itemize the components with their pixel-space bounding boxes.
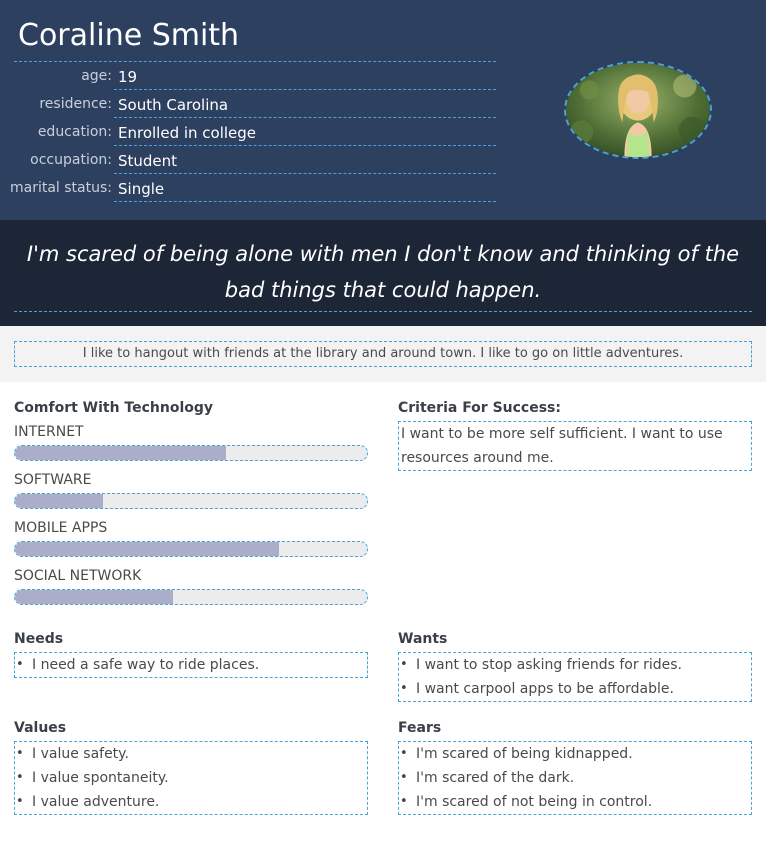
values-item: I value adventure. [15, 790, 367, 814]
info-value-age: 19 [114, 62, 496, 90]
tech-bar-fill-software [15, 494, 103, 508]
wants-list: I want to stop asking friends for rides.… [399, 653, 751, 701]
info-key-education: education: [37, 124, 112, 140]
info-key-marital-status: marital status: [9, 180, 112, 196]
bio-band: I like to hangout with friends at the li… [0, 326, 766, 382]
tech-bar-fill-social-network [15, 590, 174, 604]
tech-bar-mobile-apps [14, 541, 368, 557]
success-text: I want to be more self sufficient. I wan… [401, 426, 723, 466]
needs-title: Needs [14, 631, 64, 647]
tech-label-social-network: SOCIAL NETWORK [14, 568, 142, 584]
technology-title: Comfort With Technology [14, 400, 214, 416]
info-row-occupation: occupation: Student [0, 146, 496, 174]
fears-title: Fears [398, 720, 442, 736]
values-item: I value spontaneity. [15, 766, 367, 790]
avatar-photo [566, 63, 710, 157]
info-row-marital-status: marital status: Single [0, 174, 496, 202]
needs-item: I need a safe way to ride places. [15, 653, 367, 677]
info-row-age: age: 19 [0, 62, 496, 90]
wants-box: I want to stop asking friends for rides.… [398, 652, 752, 702]
tech-label-internet: INTERNET [14, 424, 84, 440]
persona-quote: I'm scared of being alone with men I don… [14, 236, 752, 312]
tech-bar-software [14, 493, 368, 509]
tech-bar-social-network [14, 589, 368, 605]
tech-label-software: SOFTWARE [14, 472, 92, 488]
info-key-age: age: [81, 68, 112, 84]
info-value-residence: South Carolina [114, 90, 496, 118]
persona-header: Coraline Smith age: 19 residence: South … [0, 0, 766, 220]
info-key-residence: residence: [39, 96, 112, 112]
persona-bio: I like to hangout with friends at the li… [14, 341, 752, 367]
info-key-occupation: occupation: [30, 152, 112, 168]
tech-label-mobile-apps: MOBILE APPS [14, 520, 108, 536]
success-title: Criteria For Success: [398, 400, 561, 416]
tech-bar-fill-mobile-apps [15, 542, 279, 556]
info-value-occupation: Student [114, 146, 496, 174]
persona-name: Coraline Smith [18, 18, 240, 53]
info-value-marital-status: Single [114, 174, 496, 202]
wants-item: I want carpool apps to be affordable. [399, 677, 751, 701]
values-item: I value safety. [15, 742, 367, 766]
fears-list: I'm scared of being kidnapped. I'm scare… [399, 742, 751, 814]
fears-item: I'm scared of the dark. [399, 766, 751, 790]
values-list: I value safety. I value spontaneity. I v… [15, 742, 367, 814]
info-row-education: education: Enrolled in college [0, 118, 496, 146]
fears-item: I'm scared of not being in control. [399, 790, 751, 814]
avatar [564, 61, 712, 159]
fears-item: I'm scared of being kidnapped. [399, 742, 751, 766]
quote-band: I'm scared of being alone with men I don… [0, 220, 766, 326]
needs-list: I need a safe way to ride places. [15, 653, 367, 677]
info-value-education: Enrolled in college [114, 118, 496, 146]
values-box: I value safety. I value spontaneity. I v… [14, 741, 368, 815]
info-row-residence: residence: South Carolina [0, 90, 496, 118]
tech-bar-fill-internet [15, 446, 227, 460]
tech-bar-internet [14, 445, 368, 461]
needs-box: I need a safe way to ride places. [14, 652, 368, 678]
wants-title: Wants [398, 631, 448, 647]
success-box: I want to be more self sufficient. I wan… [398, 421, 752, 471]
fears-box: I'm scared of being kidnapped. I'm scare… [398, 741, 752, 815]
values-title: Values [14, 720, 67, 736]
wants-item: I want to stop asking friends for rides. [399, 653, 751, 677]
